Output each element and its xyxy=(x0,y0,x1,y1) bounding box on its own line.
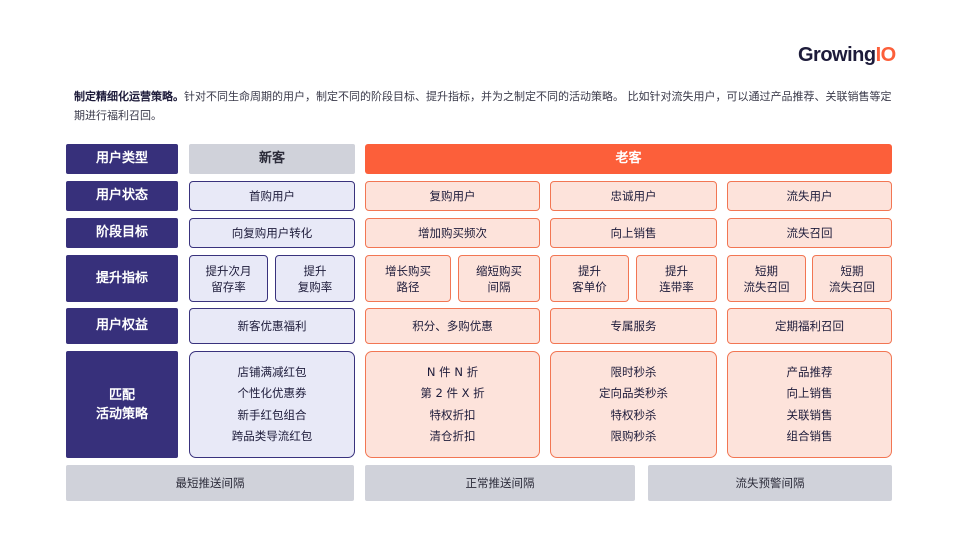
intro-lead: 制定精细化运营策略。 xyxy=(74,90,184,103)
strategy-item: 关联销售 xyxy=(786,407,833,422)
metric-lost-recall-2: 短期 流失召回 xyxy=(812,255,892,302)
strategy-item: 第 2 件 X 折 xyxy=(420,386,485,400)
strategy-item: 新手红包组合 xyxy=(237,407,307,422)
row-header-metrics: 提升指标 xyxy=(66,255,178,302)
user-type-old: 老客 xyxy=(365,144,892,174)
strategy-loyal: 限时秒杀 定向品类秒杀 特权秒杀 限购秒杀 xyxy=(550,351,717,458)
status-repeat-purchase: 复购用户 xyxy=(365,181,540,211)
metric-repeat-interval: 缩短购买 间隔 xyxy=(458,255,540,302)
strategy-item: 限购秒杀 xyxy=(610,429,657,443)
strategy-item: 限时秒杀 xyxy=(610,364,657,379)
row-header-benefits: 用户权益 xyxy=(66,308,178,344)
metric-loyal-order-value: 提升 客单价 xyxy=(550,255,629,302)
row-header-user-status: 用户状态 xyxy=(66,181,178,211)
row-header-stage-goal: 阶段目标 xyxy=(66,218,178,248)
status-first-purchase: 首购用户 xyxy=(189,181,355,211)
intro-text: 制定精细化运营策略。针对不同生命周期的用户，制定不同的阶段目标、提升指标，并为之… xyxy=(74,87,894,125)
footer-shortest-interval: 最短推送间隔 xyxy=(66,465,354,501)
strategy-item: 定向品类秒杀 xyxy=(599,386,668,400)
benefit-loyal: 专属服务 xyxy=(550,308,717,344)
intro-body: 针对不同生命周期的用户，制定不同的阶段目标、提升指标，并为之制定不同的活动策略。… xyxy=(74,90,892,122)
metric-new-retention: 提升次月 留存率 xyxy=(189,255,268,302)
metric-new-repurchase: 提升 复购率 xyxy=(275,255,355,302)
benefit-new: 新客优惠福利 xyxy=(189,308,355,344)
strategy-item: 店铺满减红包 xyxy=(237,364,307,379)
goal-lost: 流失召回 xyxy=(727,218,892,248)
row-header-user-type: 用户类型 xyxy=(66,144,178,174)
status-loyal: 忠诚用户 xyxy=(550,181,717,211)
strategy-item: 跨品类导流红包 xyxy=(231,429,313,443)
strategy-item: 特权折扣 xyxy=(429,407,476,422)
strategy-lost: 产品推荐 向上销售 关联销售 组合销售 xyxy=(727,351,892,458)
status-lost: 流失用户 xyxy=(727,181,892,211)
strategy-item: N 件 N 折 xyxy=(426,364,479,379)
strategy-item: 清仓折扣 xyxy=(429,429,476,443)
strategy-item: 个性化优惠券 xyxy=(237,386,307,400)
strategy-new: 店铺满减红包 个性化优惠券 新手红包组合 跨品类导流红包 xyxy=(189,351,355,458)
goal-new: 向复购用户转化 xyxy=(189,218,355,248)
row-header-strategy: 匹配 活动策略 xyxy=(66,351,178,458)
benefit-repeat: 积分、多购优惠 xyxy=(365,308,540,344)
goal-loyal: 向上销售 xyxy=(550,218,717,248)
user-type-new: 新客 xyxy=(189,144,355,174)
footer-warning-interval: 流失预警间隔 xyxy=(648,465,892,501)
strategy-item: 特权秒杀 xyxy=(610,407,657,422)
metric-repeat-path: 增长购买 路径 xyxy=(365,255,451,302)
footer-normal-interval: 正常推送间隔 xyxy=(365,465,635,501)
strategy-item: 向上销售 xyxy=(786,386,833,400)
growingio-logo: GrowingIO xyxy=(798,44,896,66)
strategy-item: 组合销售 xyxy=(786,429,833,443)
metric-loyal-attach-rate: 提升 连带率 xyxy=(636,255,717,302)
metric-lost-recall-1: 短期 流失召回 xyxy=(727,255,806,302)
benefit-lost: 定期福利召回 xyxy=(727,308,892,344)
strategy-item: 产品推荐 xyxy=(786,364,833,379)
strategy-repeat: N 件 N 折 第 2 件 X 折 特权折扣 清仓折扣 xyxy=(365,351,540,458)
goal-repeat: 增加购买频次 xyxy=(365,218,540,248)
